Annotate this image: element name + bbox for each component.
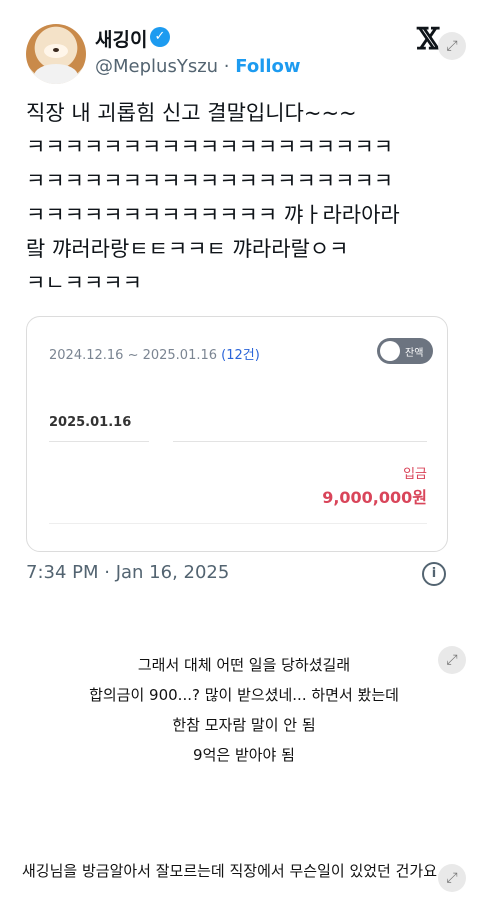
transaction-amount: 9,000,000원: [322, 488, 427, 507]
comment-line: 한참 모자람 말이 안 됨: [172, 716, 316, 734]
display-name[interactable]: 새깅이: [95, 25, 147, 52]
expand-icon[interactable]: ⤢: [438, 864, 466, 892]
comment-line: 합의금이 900...? 많이 받으셨네... 하면서 봤는데: [89, 686, 399, 704]
follow-button[interactable]: Follow: [235, 56, 300, 77]
transaction-type: 입금: [403, 467, 427, 482]
info-icon[interactable]: i: [422, 562, 446, 586]
toggle-knob: [380, 341, 400, 361]
expand-icon[interactable]: ⤢: [438, 646, 466, 674]
separator: ·: [223, 56, 230, 77]
tweet-text: 직장 내 괴롭힘 신고 결말입니다~~~ ㅋㅋㅋㅋㅋㅋㅋㅋㅋㅋㅋㅋㅋㅋㅋㅋㅋㅋㅋ…: [26, 101, 400, 295]
avatar[interactable]: [26, 24, 86, 84]
comment-block: 그래서 대체 어떤 일을 당하셨길래 합의금이 900...? 많이 받으셨네.…: [0, 650, 488, 770]
transaction-count: (12건): [221, 348, 260, 363]
divider: [49, 523, 427, 524]
x-logo-icon[interactable]: 𝕏: [417, 22, 440, 57]
user-handle[interactable]: @MeplusYszu: [95, 56, 218, 77]
date-range-text: 2024.12.16 ~ 2025.01.16: [49, 348, 218, 363]
tweet-card: 새깅이 ✓ @MeplusYszu · Follow 𝕏 ⤢ 직장 내 괴롭힘 …: [0, 0, 488, 588]
verified-badge-icon: ✓: [150, 27, 170, 47]
tweet-timestamp[interactable]: 7:34 PM · Jan 16, 2025: [26, 562, 229, 583]
divider: [173, 441, 427, 442]
bank-transaction-card: 2024.12.16 ~ 2025.01.16 (12건) 잔액 2025.01…: [26, 316, 448, 552]
question-text: 새깅님을 방금알아서 잘모르는데 직장에서 무슨일이 있었던 건가요...?: [22, 862, 460, 880]
expand-icon[interactable]: ⤢: [438, 32, 466, 60]
transaction-date: 2025.01.16: [49, 415, 132, 430]
handle-row: @MeplusYszu · Follow: [95, 56, 301, 77]
balance-toggle[interactable]: 잔액: [377, 338, 433, 364]
divider: [49, 441, 149, 442]
avatar-nose: [53, 48, 59, 52]
date-range: 2024.12.16 ~ 2025.01.16 (12건): [49, 344, 260, 363]
comment-line: 9억은 받아야 됨: [193, 746, 295, 764]
toggle-label: 잔액: [405, 348, 424, 359]
comment-line: 그래서 대체 어떤 일을 당하셨길래: [137, 656, 351, 674]
avatar-body: [34, 64, 78, 84]
